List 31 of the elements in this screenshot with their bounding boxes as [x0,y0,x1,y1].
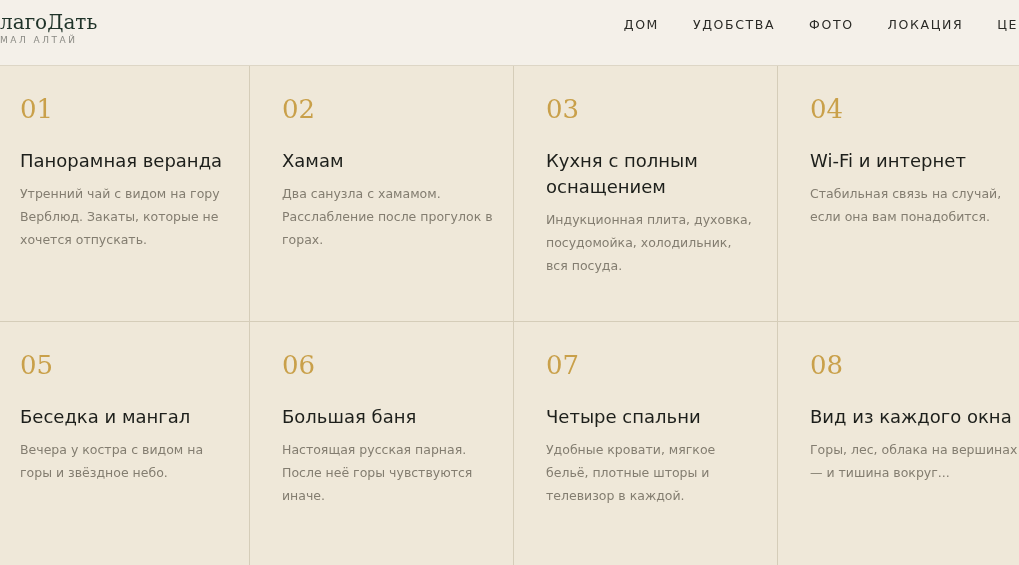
feature-description: Удобные кровати, мягкое бельё, плотные шторы и телевизор в каждой. [546,441,717,505]
nav-link[interactable]: ЛОКАЦИЯ [887,17,964,32]
feature-title: Хамам [282,149,345,173]
feature-description: Индукционная плита, духовка, посудомойка, холодильник, вся посуда. [546,211,753,275]
feature-description: Стабильная связь на случай, если она вам понадобится. [810,185,1003,226]
logo-text[interactable]: лагоДать [0,10,98,33]
feature-number: 05 [20,350,54,380]
feature-title: Вид из каждого окна [810,405,1013,429]
nav-link[interactable]: УДОБСТВА [693,17,776,32]
feature-description: Горы, лес, облака на вершинах — и тишина вокруг... [810,441,1019,482]
feature-number: 04 [810,94,844,124]
feature-title: Wi-Fi и интернет [810,149,967,173]
feature-description: Настоящая русская парная. После неё горы чувствуются иначе. [282,441,474,505]
nav-link[interactable]: ФОТО [809,17,854,32]
logo-tagline: МАЛ АЛТАЙ [0,34,79,45]
nav-link[interactable]: ДОМ [623,17,659,32]
feature-description: Вечера у костра с видом на горы и звёздное небо. [20,441,205,482]
feature-title: Беседка и мангал [20,405,192,429]
feature-title: Кухня с полным оснащением [546,149,699,199]
feature-title: Большая баня [282,405,418,429]
feature-description: Два санузла с хамамом. Расслабление после прогулок в горах. [282,185,493,249]
feature-number: 07 [546,350,580,380]
feature-number: 06 [282,350,316,380]
feature-number: 03 [546,94,580,124]
feature-description: Утренний чай с видом на гору Верблюд. Закаты, которые не хочется отпускать. [20,185,221,249]
feature-title: Четыре спальни [546,405,702,429]
feature-number: 08 [810,350,844,380]
feature-number: 01 [20,94,54,124]
feature-title: Панорамная веранда [20,149,224,173]
feature-number: 02 [282,94,316,124]
nav-link[interactable]: ЦЕ [997,17,1018,32]
